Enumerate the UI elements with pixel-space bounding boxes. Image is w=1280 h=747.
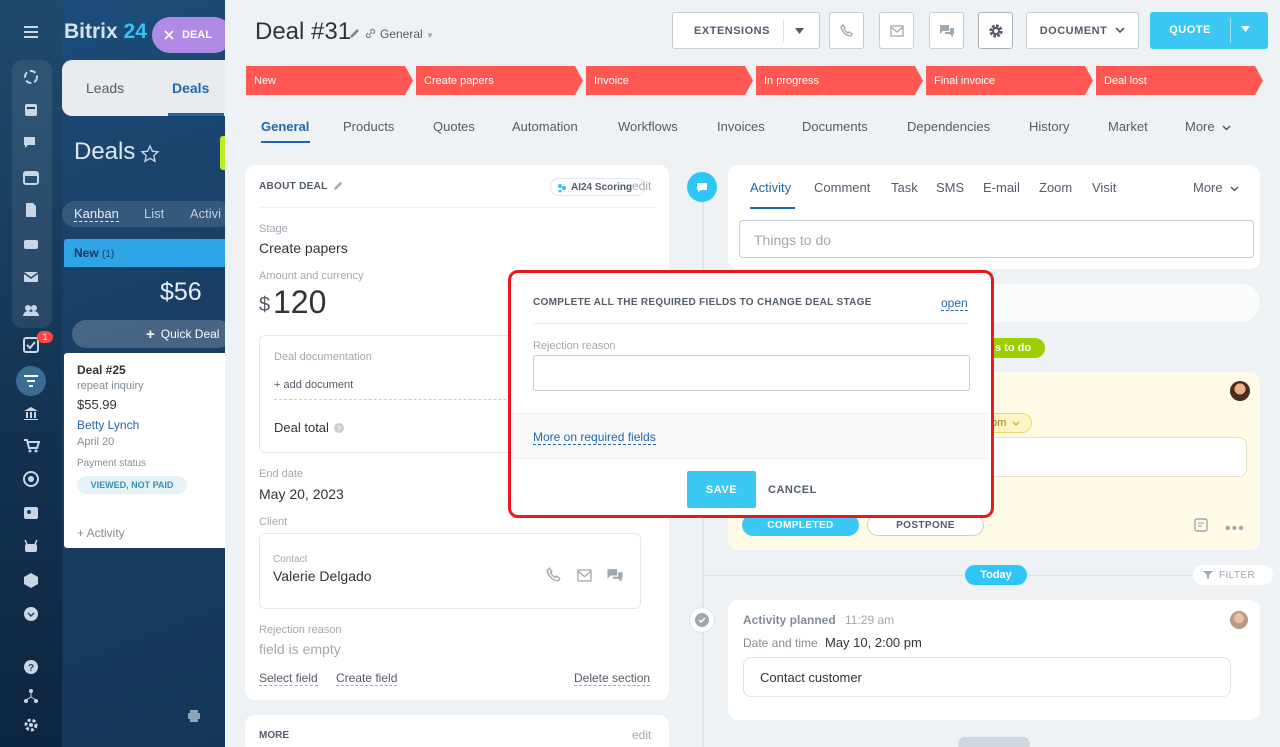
save-button[interactable]: SAVE (687, 471, 756, 508)
rejection-reason-label: Rejection reason (533, 340, 616, 352)
open-link[interactable]: open (941, 296, 968, 311)
modal-overlay: COMPLETE ALL THE REQUIRED FIELDS TO CHAN… (0, 0, 1280, 747)
divider (533, 323, 969, 324)
cancel-button[interactable]: CANCEL (768, 484, 817, 496)
required-fields-dialog: COMPLETE ALL THE REQUIRED FIELDS TO CHAN… (508, 270, 994, 518)
rejection-reason-input[interactable] (533, 355, 970, 391)
dialog-title: COMPLETE ALL THE REQUIRED FIELDS TO CHAN… (533, 297, 872, 308)
more-required-fields-link[interactable]: More on required fields (533, 430, 656, 445)
